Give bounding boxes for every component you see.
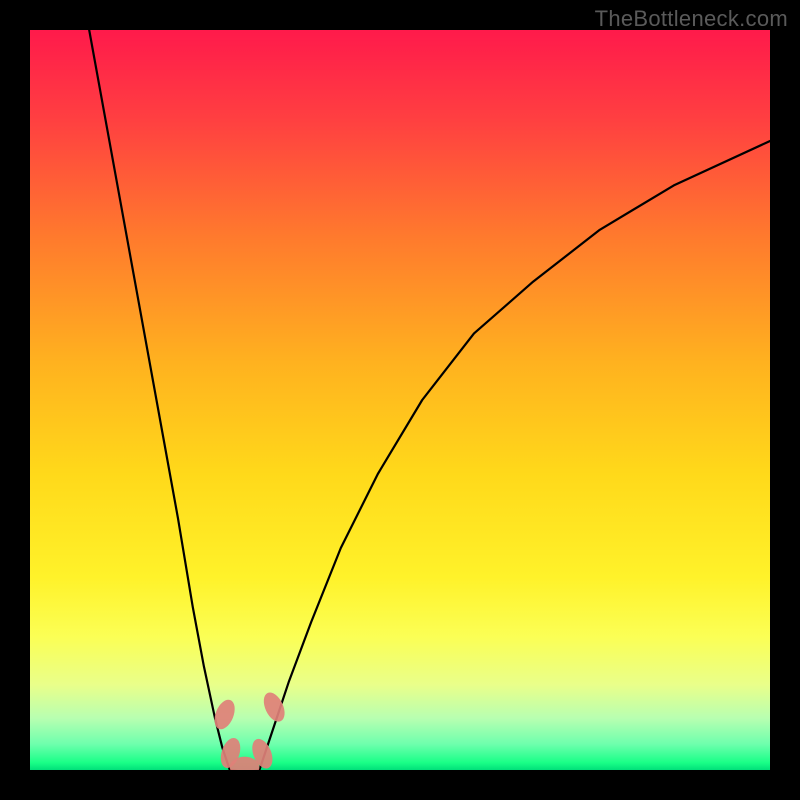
chart-frame: TheBottleneck.com bbox=[0, 0, 800, 800]
series-right-branch bbox=[259, 141, 770, 770]
watermark-text: TheBottleneck.com bbox=[595, 6, 788, 32]
curve-layer bbox=[30, 30, 770, 770]
series-left-branch bbox=[89, 30, 230, 770]
plot-area bbox=[30, 30, 770, 770]
